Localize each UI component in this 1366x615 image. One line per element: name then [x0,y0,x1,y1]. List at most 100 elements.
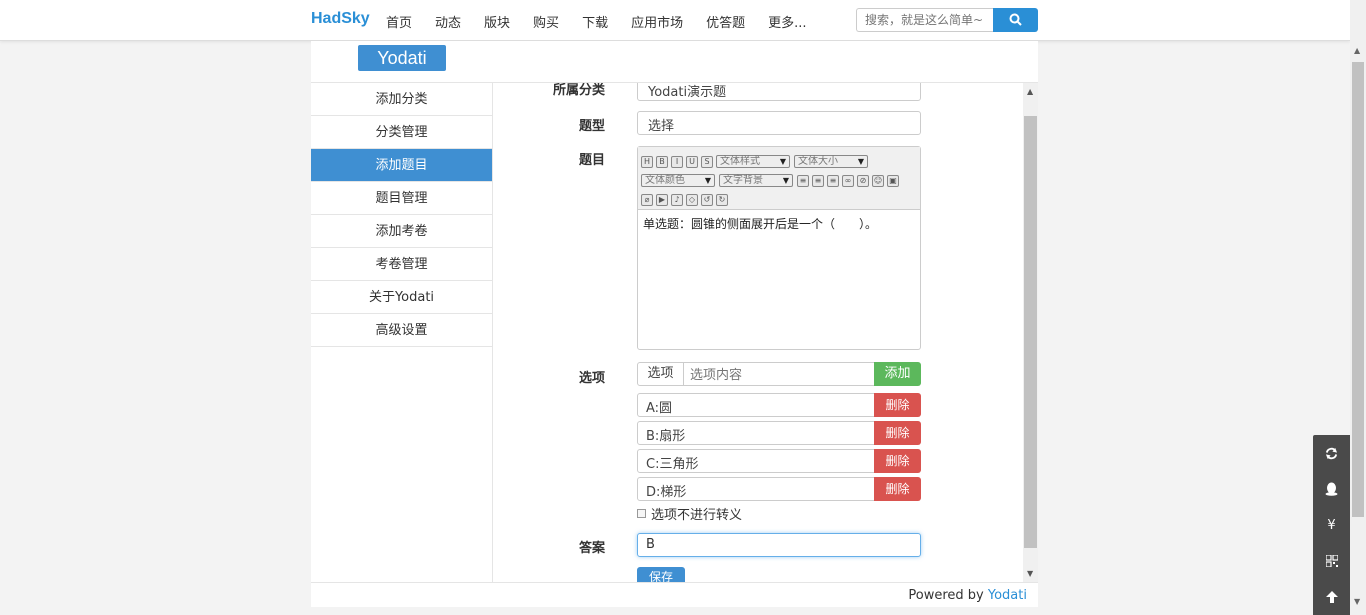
refresh-icon [1325,447,1338,459]
option-row: B:扇形 删除 [637,421,921,445]
sidebar-item-question-manage[interactable]: 题目管理 [311,182,492,215]
attachment-icon[interactable]: ⌀ [641,193,653,206]
unlink-icon[interactable]: ⊘ [857,174,869,187]
font-size-select[interactable]: 文体大小 ▼ [794,155,868,168]
qq-icon [1325,482,1338,496]
yodati-link[interactable]: Yodati [988,588,1027,603]
option-content-input[interactable] [683,362,875,386]
content-scrollbar[interactable]: ▲ ▼ [1023,83,1038,583]
app-header: Yodati [311,41,1038,83]
sidebar-item-add-category[interactable]: 添加分类 [311,83,492,116]
arrow-up-icon [1325,591,1338,603]
page-scroll-up-icon[interactable]: ▲ [1354,46,1360,55]
question-label: 题目 [578,153,605,168]
heading-icon[interactable]: H [641,155,653,168]
strikethrough-icon[interactable]: S [701,155,713,168]
answer-label: 答案 [578,541,605,556]
text-background-select[interactable]: 文字背景 ▼ [719,174,793,187]
nav-link-buy[interactable]: 购买 [533,12,559,31]
option-value[interactable]: C:三角形 [637,449,875,473]
app-footer: Powered by Yodati [311,582,1038,607]
italic-icon[interactable]: I [671,155,683,168]
search-input[interactable] [856,8,994,32]
align-center-icon[interactable]: ≡ [812,174,824,187]
option-row: C:三角形 删除 [637,449,921,473]
options-label: 选项 [578,371,605,386]
nav-link-more[interactable]: 更多... [768,12,806,31]
sidebar-item-add-question[interactable]: 添加题目 [311,149,492,182]
video-icon[interactable]: ▶ [656,193,668,206]
refresh-button[interactable] [1313,435,1350,471]
editor-content[interactable]: 单选题：圆锥的侧面展开后是一个（ ）。 [638,210,920,237]
underline-icon[interactable]: U [686,155,698,168]
music-icon[interactable]: ♪ [671,193,683,206]
align-left-icon[interactable]: ≡ [797,174,809,187]
nav-links: 首页 动态 版块 购买 下载 应用市场 优答题 更多... [386,12,830,31]
option-row: D:梯形 删除 [637,477,921,501]
checkbox-box[interactable] [637,509,646,518]
yodati-app: Yodati 添加分类 分类管理 添加题目 题目管理 添加考卷 考卷管理 关于Y… [311,41,1038,607]
bold-icon[interactable]: B [656,155,668,168]
yen-icon: ¥ [1327,517,1336,533]
qrcode-icon [1325,555,1338,567]
no-escape-label: 选项不进行转义 [651,508,743,523]
back-to-top-button[interactable] [1313,579,1350,615]
donate-button[interactable]: ¥ [1313,507,1350,543]
sidebar-item-exam-manage[interactable]: 考卷管理 [311,248,492,281]
delete-option-button[interactable]: 删除 [874,393,921,417]
page-scroll-down-icon[interactable]: ▼ [1354,597,1360,606]
image-icon[interactable]: ▣ [887,174,899,187]
type-field[interactable]: 选择 [637,111,921,135]
scroll-up-arrow-icon[interactable]: ▲ [1027,87,1033,96]
qq-button[interactable] [1313,471,1350,507]
scroll-thumb[interactable] [1024,116,1037,548]
app-title: Yodati [358,45,446,71]
link-icon[interactable]: ∞ [842,174,854,187]
font-color-select[interactable]: 文体颜色 ▼ [641,174,715,187]
nav-link-dynamic[interactable]: 动态 [435,12,461,31]
option-row: A:圆 删除 [637,393,921,417]
redo-icon[interactable]: ↻ [716,193,728,206]
add-option-button[interactable]: 添加 [874,362,921,386]
save-button[interactable]: 保存 [637,567,685,583]
scroll-down-arrow-icon[interactable]: ▼ [1027,569,1033,578]
sidebar: 添加分类 分类管理 添加题目 题目管理 添加考卷 考卷管理 关于Yodati 高… [311,83,493,583]
page-scroll-thumb[interactable] [1352,62,1364,517]
align-right-icon[interactable]: ≡ [827,174,839,187]
font-style-select[interactable]: 文体样式 ▼ [716,155,790,168]
qrcode-button[interactable] [1313,543,1350,579]
type-label: 题型 [578,119,605,134]
top-navbar: HadSky 首页 动态 版块 购买 下载 应用市场 优答题 更多... [0,0,1350,41]
emoji-icon[interactable]: ☺ [872,174,884,187]
category-field[interactable]: Yodati演示题 [637,83,921,101]
nav-link-download[interactable]: 下载 [582,12,608,31]
sidebar-item-add-exam[interactable]: 添加考卷 [311,215,492,248]
question-form: 所属分类 Yodati演示题 题型 选择 题目 H B I U S 文体样式 ▼ … [493,83,1023,583]
category-label: 所属分类 [552,83,605,98]
sidebar-item-about[interactable]: 关于Yodati [311,281,492,314]
undo-icon[interactable]: ↺ [701,193,713,206]
sidebar-item-category-manage[interactable]: 分类管理 [311,116,492,149]
page-scrollbar[interactable]: ▲ ▼ [1350,0,1366,615]
rich-text-editor: H B I U S 文体样式 ▼ 文体大小 ▼ 文体颜色 ▼ 文字背景 ▼ ≡ ≡ ≡ … [637,146,921,350]
search-button[interactable] [993,8,1038,32]
option-value[interactable]: A:圆 [637,393,875,417]
option-value[interactable]: B:扇形 [637,421,875,445]
nav-link-home[interactable]: 首页 [386,12,412,31]
delete-option-button[interactable]: 删除 [874,449,921,473]
delete-option-button[interactable]: 删除 [874,477,921,501]
search-icon [1009,13,1022,26]
nav-link-app-market[interactable]: 应用市场 [631,12,683,31]
powered-by: Powered by Yodati [908,588,1027,603]
option-prefix: 选项 [637,362,684,386]
brand-logo[interactable]: HadSky [311,10,370,28]
no-escape-checkbox[interactable]: 选项不进行转义 [637,504,742,523]
option-value[interactable]: D:梯形 [637,477,875,501]
nav-link-youdati[interactable]: 优答题 [706,12,745,31]
answer-input[interactable]: B [637,533,921,557]
delete-option-button[interactable]: 删除 [874,421,921,445]
nav-link-boards[interactable]: 版块 [484,12,510,31]
sidebar-item-advanced-settings[interactable]: 高级设置 [311,314,492,347]
editor-toolbar: H B I U S 文体样式 ▼ 文体大小 ▼ 文体颜色 ▼ 文字背景 ▼ ≡ ≡ ≡ … [638,147,920,210]
code-icon[interactable]: ◇ [686,193,698,206]
